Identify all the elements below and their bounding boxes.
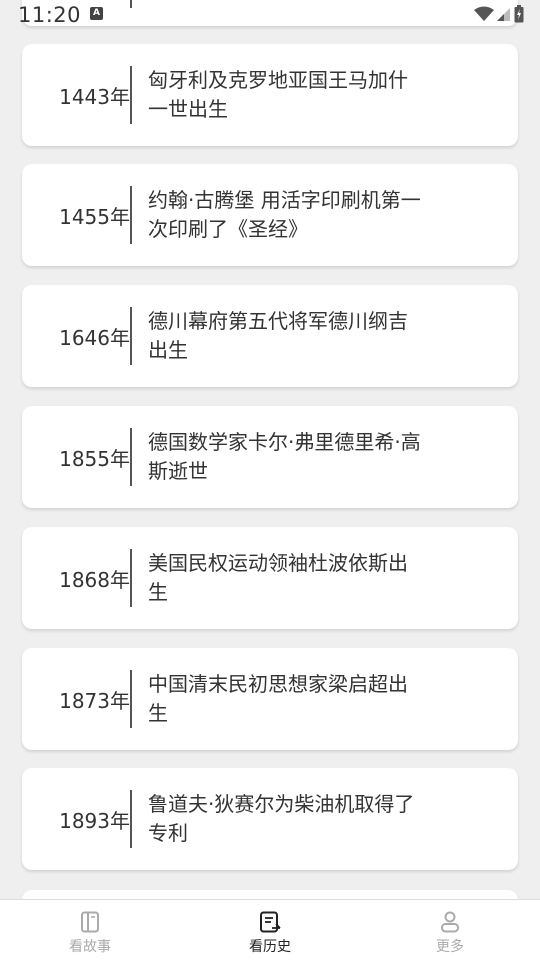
card-divider — [130, 186, 132, 244]
status-time: 11:20 — [18, 3, 82, 27]
notification-badge-icon: A — [90, 7, 103, 20]
card-divider — [130, 670, 132, 728]
event-description: 匈牙利及克罗地亚国王马加什一世出生 — [148, 68, 408, 121]
event-card[interactable]: 1868年 美国民权运动领袖杜波依斯出生 — [22, 527, 518, 629]
event-card[interactable]: 1893年 鲁道夫·狄赛尔为柴油机取得了专利 — [22, 768, 518, 870]
event-card[interactable]: 1443年 匈牙利及克罗地亚国王马加什一世出生 — [22, 44, 518, 146]
card-divider — [130, 790, 132, 848]
bottom-nav: 看故事 看历史 更多 — [0, 899, 540, 960]
event-year: 1873年 — [59, 688, 130, 713]
status-bar: 11:20 A — [0, 0, 540, 30]
screen: 11:20 A 1443年 匈牙利及克罗地亚国王马加什一世出生 1455年 约翰… — [0, 0, 540, 960]
card-divider — [130, 428, 132, 486]
event-year: 1855年 — [59, 446, 130, 471]
battery-icon — [514, 5, 524, 23]
event-year: 1893年 — [59, 808, 130, 833]
book-icon — [81, 911, 99, 933]
event-card[interactable]: 1873年 中国清末民初思想家梁启超出生 — [22, 648, 518, 750]
nav-item-stories[interactable]: 看故事 — [0, 900, 180, 960]
event-description: 德国数学家卡尔·弗里德里希·高斯逝世 — [148, 430, 421, 483]
event-card[interactable]: 1646年 德川幕府第五代将军德川纲吉出生 — [22, 285, 518, 387]
nav-label-stories: 看故事 — [69, 939, 111, 955]
event-year: 1443年 — [59, 84, 130, 109]
event-card[interactable]: 1855年 德国数学家卡尔·弗里德里希·高斯逝世 — [22, 406, 518, 508]
nav-label-more: 更多 — [436, 939, 464, 955]
event-description: 约翰·古腾堡 用活字印刷机第一次印刷了《圣经》 — [148, 188, 421, 241]
nav-item-more[interactable]: 更多 — [360, 900, 540, 960]
person-icon — [441, 911, 459, 933]
signal-icon — [497, 8, 510, 21]
event-description: 德川幕府第五代将军德川纲吉出生 — [148, 309, 408, 362]
event-year: 1646年 — [59, 325, 130, 350]
status-icons — [474, 5, 524, 23]
nav-label-history: 看历史 — [249, 939, 291, 955]
event-description: 美国民权运动领袖杜波依斯出生 — [148, 551, 408, 604]
wifi-icon — [474, 6, 494, 21]
event-year: 1455年 — [59, 204, 130, 229]
nav-item-history[interactable]: 看历史 — [180, 900, 360, 960]
event-card[interactable]: 1455年 约翰·古腾堡 用活字印刷机第一次印刷了《圣经》 — [22, 164, 518, 266]
history-list-icon — [260, 911, 281, 933]
event-description: 中国清末民初思想家梁启超出生 — [148, 672, 408, 725]
card-divider — [130, 66, 132, 124]
event-year: 1868年 — [59, 567, 130, 592]
card-divider — [130, 307, 132, 365]
event-description: 鲁道夫·狄赛尔为柴油机取得了专利 — [148, 792, 415, 845]
card-divider — [130, 549, 132, 607]
